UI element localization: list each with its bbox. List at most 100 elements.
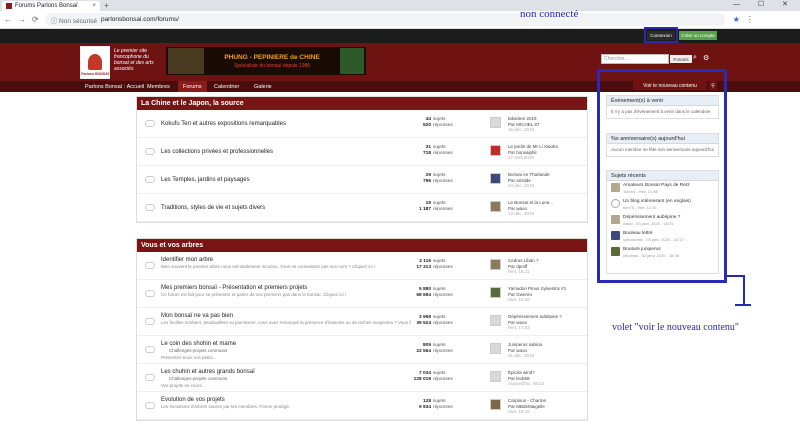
last-post-avatar[interactable] [490,117,501,128]
gear-icon[interactable]: ⚙ [703,54,709,62]
forum-row[interactable]: Les Temples, jardins et paysages 29 sujet… [137,166,587,194]
forum-row[interactable]: Les collections privées et professionnel… [137,138,587,166]
replies-count: 39 524 [416,321,431,326]
forum-description: Présentez-nous vos petits... [161,355,217,360]
last-post[interactable]: Le Bonsaï et la Lune... Par waoo 13 déc. 2… [508,200,553,217]
last-post-author[interactable]: Par MICHEL 87 [508,122,539,127]
forum-title[interactable]: Identifier mon arbre [161,257,213,263]
forum-row[interactable]: Kokufu Ten et autres expositions remarqu… [137,110,587,138]
last-post-title[interactable]: Carpinus - Charme [508,398,546,403]
last-post-date: 24 déc. 2019 [508,183,535,188]
last-post-avatar[interactable] [490,399,501,410]
last-post-author[interactable]: Par MBdeMaigelle [508,404,545,409]
subforum-link[interactable]: Challenges-projets communs [169,348,227,353]
last-post-avatar[interactable] [490,259,501,270]
forum-title[interactable]: Les chuhin et autres grands bonsaï [161,369,255,375]
nav-item-calendar[interactable]: Calendrier [209,81,244,92]
last-post-avatar[interactable] [490,173,501,184]
forum-title[interactable]: Mes premiers bonsaï - Présentation et pr… [161,285,307,291]
annotation-box-sidebar [597,69,727,283]
last-post-title[interactable]: Dépérissement aubépine ? [508,314,562,319]
last-post-avatar[interactable] [490,145,501,156]
forum-title[interactable]: Les collections privées et professionnel… [161,149,273,155]
forum-icon [145,290,155,297]
site-logo[interactable]: Parlons BONSAÏ [80,46,110,79]
forum-title[interactable]: Le coin des shohin et mame [161,341,236,347]
search-icon[interactable]: ⌕ [693,54,701,64]
window-controls[interactable]: — ☐ ✕ [733,0,796,8]
last-post-date: Hier, 19:10 [508,409,530,414]
forum-icon [145,120,155,127]
security-indicator[interactable]: ⓘ Non sécurisé [51,15,97,25]
forum-row[interactable]: Identifier mon arbre Bien souvent le pre… [137,252,587,280]
last-post-author[interactable]: Par waoo [508,320,527,325]
replies-count: 22 564 [416,349,431,354]
browser-menu-icon[interactable]: ⋮ [746,15,754,24]
last-post[interactable]: Yamadori Pinus Sylvestris #1 Par Gwenru Hi… [508,286,566,303]
subjects-label: sujets [433,287,446,292]
last-post-author[interactable]: Par aristide [508,178,531,183]
last-post-author[interactable]: Par dpmff [508,264,527,269]
last-post-author[interactable]: Par bonsaiphil [508,150,537,155]
last-post-title[interactable]: Le jardin de Mr Li Xiaobo [508,144,558,149]
url-input[interactable]: ⓘ Non sécurisé parlonsbonsai.com/forums/ [44,13,725,26]
last-post[interactable]: Dépérissement aubépine ? Par waoo Hier, 17… [508,314,562,331]
last-post-author[interactable]: Par waoo [508,206,527,211]
replies-label: réponses [433,321,453,326]
last-post[interactable]: Le jardin de Mr Li Xiaobo Par bonsaiphil 2… [508,144,558,161]
forum-row[interactable]: Mon bonsaï ne va pas bien Les feuilles t… [137,308,587,336]
forward-icon[interactable]: → [18,15,26,24]
nav-item-home[interactable]: Parlons Bonsaï : Accueil [80,81,149,92]
forum-title[interactable]: Les Temples, jardins et paysages [161,177,250,183]
forum-row[interactable]: Evolution de vos projets Les évolutions … [137,392,587,420]
category-title[interactable]: La Chine et le Japon, la source [137,97,587,110]
forum-row[interactable]: Mes premiers bonsaï - Présentation et pr… [137,280,587,308]
ad-banner[interactable]: PHUNG - PEPINIERE de CHINE Spécialiste d… [166,47,366,75]
last-post-avatar[interactable] [490,371,501,382]
search-scope-select[interactable]: Forums [670,55,692,63]
bookmark-star-icon[interactable]: ★ [733,15,740,24]
last-post[interactable]: Juniperus sabina Par waoo 31 déc. 2019 [508,342,542,359]
last-post-author[interactable]: Par Gwenru [508,292,532,297]
last-post-avatar[interactable] [490,315,501,326]
last-post-author[interactable]: Par kiob68 [508,376,530,381]
last-post[interactable]: Bonsaï en Thaïlande Par aristide 24 déc. 2… [508,172,549,189]
nav-item-forums[interactable]: Forums [178,81,207,92]
last-post-title[interactable]: Juniperus sabina [508,342,542,347]
forum-row[interactable]: Traditions, styles de vie et sujets dive… [137,194,587,222]
last-post[interactable]: Cedrus Liban ? Par dpmff Hier, 18:11 [508,258,539,275]
forum-row[interactable]: Le coin des shohin et mame Challenges-pr… [137,336,587,364]
last-post-author[interactable]: Par waoo [508,348,527,353]
forum-title[interactable]: Kokufu Ten et autres expositions remarqu… [161,121,286,127]
last-post-title[interactable]: Le Bonsaï et la Lune... [508,200,553,205]
forum-title[interactable]: Evolution de vos projets [161,397,225,403]
last-post[interactable]: Épicéa wind? Par kiob68 Aujourd'hui, 09:12 [508,370,544,387]
last-post-avatar[interactable] [490,201,501,212]
last-post[interactable]: takanten 2019 Par MICHEL 87 16 déc. 2019 [508,116,539,133]
category-title[interactable]: Vous et vos arbres [137,239,587,252]
nav-item-members[interactable]: Membres [142,81,175,92]
nav-item-gallery[interactable]: Galerie [249,81,277,92]
new-tab-button[interactable]: + [104,1,109,10]
forum-row[interactable]: Les chuhin et autres grands bonsaï Chall… [137,364,587,392]
last-post[interactable]: Carpinus - Charme Par MBdeMaigelle Hier, 1… [508,398,546,415]
replies-label: réponses [433,405,453,410]
search-input[interactable]: Chercher... [601,54,669,64]
forum-title[interactable]: Traditions, styles de vie et sujets dive… [161,205,265,211]
last-post-avatar[interactable] [490,343,501,354]
last-post-title[interactable]: Yamadori Pinus Sylvestris #1 [508,286,566,291]
subforum-link[interactable]: Challenges-projets communs [169,376,227,381]
last-post-avatar[interactable] [490,287,501,298]
forum-title[interactable]: Mon bonsaï ne va pas bien [161,313,233,319]
back-icon[interactable]: ← [4,15,12,24]
close-tab-icon[interactable]: × [92,3,96,9]
last-post-title[interactable]: Épicéa wind? [508,370,535,375]
last-post-title[interactable]: Cedrus Liban ? [508,258,539,263]
browser-tab[interactable]: Forums Parlons Bonsaï × [2,1,100,11]
last-post-title[interactable]: Bonsaï en Thaïlande [508,172,549,177]
last-post-title[interactable]: takanten 2019 [508,116,537,121]
reload-icon[interactable]: ⟳ [32,15,39,24]
create-account-button[interactable]: Créer un compte [679,31,717,40]
replies-count: 17 313 [416,265,431,270]
replies-count: 796 [422,179,431,184]
